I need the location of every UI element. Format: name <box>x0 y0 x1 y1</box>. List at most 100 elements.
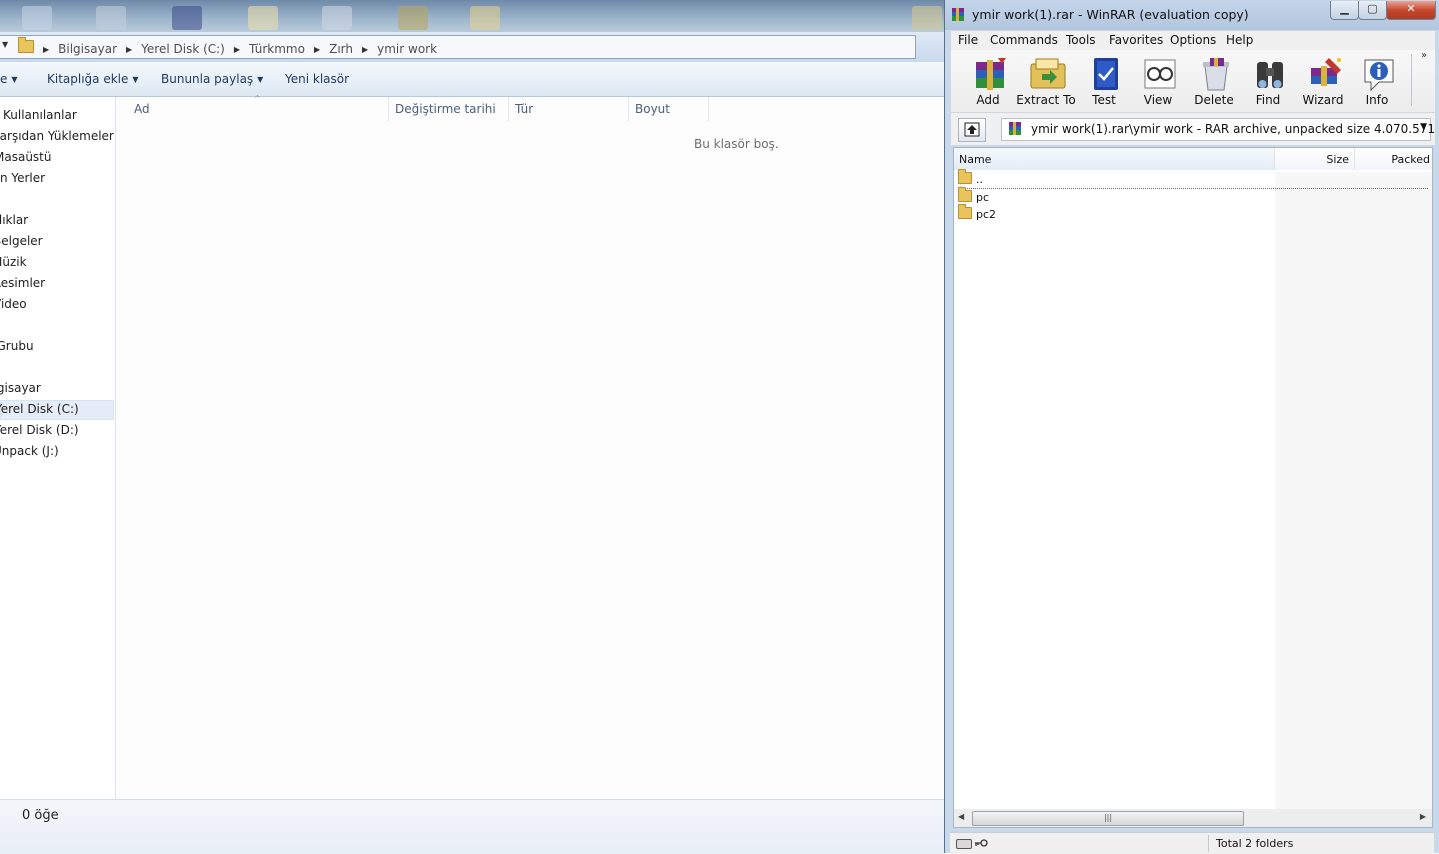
breadcrumb-bilgisayar[interactable]: Bilgisayar <box>58 42 117 56</box>
add-to-library-button[interactable]: Kitaplığa ekle ▼ <box>47 72 139 86</box>
wizard-icon <box>1311 58 1341 86</box>
chevron-down-icon[interactable]: ▼ <box>1420 122 1427 132</box>
winrar-window: ymir work(1).rar - WinRAR (evaluation co… <box>944 0 1439 854</box>
info-label: Info <box>1365 93 1389 107</box>
blurred-desktop-icon <box>172 6 202 30</box>
menu-help[interactable]: Help <box>1226 33 1253 47</box>
nav-item-music[interactable]: Müzik <box>0 255 27 269</box>
nav-item-favorites[interactable]: Kullanılanlar <box>3 108 77 122</box>
breadcrumb-zirh[interactable]: Zırh <box>329 42 353 56</box>
winrar-titlebar[interactable]: ymir work(1).rar - WinRAR (evaluation co… <box>945 0 1439 30</box>
blurred-desktop-icon <box>322 6 352 30</box>
nav-item-local-disk-d[interactable]: Yerel Disk (D:) <box>0 423 79 437</box>
blurred-desktop-icon <box>470 6 500 30</box>
sort-ascending-icon: ^ <box>1109 147 1116 153</box>
blurred-desktop-icon <box>248 6 278 30</box>
breadcrumb: ▶ Bilgisayar ▶ Yerel Disk (C:) ▶ Türkmmo ▶ Zırh… <box>18 37 437 56</box>
breadcrumb-yerel-disk[interactable]: Yerel Disk (C:) <box>141 42 225 56</box>
size-column-shade <box>1275 172 1432 810</box>
new-folder-label: Yeni klasör <box>285 72 350 86</box>
toolbar-divider <box>1411 54 1412 106</box>
nav-item-downloads[interactable]: Karşıdan Yüklemeler <box>0 129 114 143</box>
organize-label: e <box>0 72 8 86</box>
breadcrumb-arrow-icon[interactable]: ▶ <box>43 45 49 54</box>
winrar-title: ymir work(1).rar - WinRAR (evaluation co… <box>972 7 1249 22</box>
nav-item-selected-row[interactable]: Yerel Disk (C:) <box>0 400 114 420</box>
file-name: pc2 <box>976 208 997 221</box>
nav-item-computer[interactable]: Bilgisayar <box>0 381 41 395</box>
view-icon <box>1144 59 1176 89</box>
nav-item-homegroup[interactable]: Ev Grubu <box>0 339 34 353</box>
column-header-date-modified[interactable]: Değiştirme tarihi <box>395 102 496 116</box>
nav-item-local-disk-c[interactable]: Yerel Disk (C:) <box>0 402 79 416</box>
scroll-right-icon[interactable]: ▶ <box>1420 812 1426 821</box>
list-item-pc2[interactable]: pc2 <box>958 204 997 223</box>
dropdown-caret-icon: ▼ <box>11 75 18 84</box>
breadcrumb-arrow-icon[interactable]: ▶ <box>126 45 132 54</box>
folder-icon <box>958 187 972 202</box>
list-item-parent[interactable]: .. <box>958 169 1428 189</box>
scroll-left-icon[interactable]: ◀ <box>958 812 964 821</box>
menu-commands[interactable]: Commands <box>990 33 1058 47</box>
explorer-window: ▼ ▶ Bilgisayar ▶ Yerel Disk (C:) ▶ Türkmmo ▶ Zı… <box>0 0 944 854</box>
column-header-name[interactable]: Ad <box>134 102 150 116</box>
file-name: .. <box>976 173 983 186</box>
chevron-down-icon[interactable]: ▼ <box>2 40 8 49</box>
file-list-pane[interactable]: ^ Ad Değiştirme tarihi Tür Boyut Bu klas… <box>116 94 944 799</box>
blurred-desktop-icon <box>398 6 428 30</box>
breadcrumb-arrow-icon[interactable]: ▶ <box>362 45 368 54</box>
folder-icon <box>18 37 34 53</box>
horizontal-scrollbar[interactable]: ◀ ||| ▶ <box>953 809 1433 828</box>
up-arrow-icon <box>964 122 980 137</box>
column-header-size[interactable]: Boyut <box>635 102 670 116</box>
column-header-size[interactable]: Size <box>1275 148 1355 170</box>
column-header-type[interactable]: Tür <box>515 102 533 116</box>
column-divider[interactable] <box>388 97 389 121</box>
column-header-size-label: Size <box>1326 153 1349 166</box>
path-bar: ymir work(1).rar\ymir work - RAR archive… <box>950 113 1439 146</box>
folder-icon <box>958 204 972 219</box>
nav-item-unpack-j[interactable]: Unpack (J:) <box>0 444 59 458</box>
column-header-packed[interactable]: Packed <box>1355 148 1432 170</box>
column-divider[interactable] <box>508 97 509 121</box>
nav-item-libraries[interactable]: Kitaplıklar <box>0 213 28 227</box>
breadcrumb-turkmmo[interactable]: Türkmmo <box>249 42 305 56</box>
winrar-status-bar: Total 2 folders <box>950 832 1434 854</box>
nav-item-documents[interactable]: Belgeler <box>0 234 43 248</box>
close-button[interactable]: ✕ <box>1386 1 1436 20</box>
share-with-label: Bununla paylaş <box>161 72 254 86</box>
share-with-button[interactable]: Bununla paylaş ▼ <box>161 72 263 86</box>
add-archive-icon <box>976 58 1006 90</box>
minimize-button[interactable]: ▁ <box>1330 1 1359 20</box>
nav-item-desktop[interactable]: Masaüstü <box>0 150 51 164</box>
column-divider[interactable] <box>708 97 709 121</box>
nav-item-video[interactable]: Video <box>0 297 27 311</box>
maximize-button[interactable]: ▢ <box>1358 1 1387 20</box>
menu-tools[interactable]: Tools <box>1066 33 1096 47</box>
nav-item-pictures[interactable]: Resimler <box>0 276 45 290</box>
archive-path-field[interactable]: ymir work(1).rar\ymir work - RAR archive… <box>1001 118 1439 141</box>
breadcrumb-arrow-icon[interactable]: ▶ <box>234 45 240 54</box>
address-field[interactable]: ▼ ▶ Bilgisayar ▶ Yerel Disk (C:) ▶ Türkmmo ▶ Zı… <box>0 35 916 59</box>
key-icon[interactable] <box>974 839 988 847</box>
breadcrumb-arrow-icon[interactable]: ▶ <box>314 45 320 54</box>
rar-archive-icon <box>1009 122 1021 135</box>
info-button[interactable]: Info <box>1349 54 1405 110</box>
drive-icon[interactable] <box>956 839 972 849</box>
organize-button[interactable]: e ▼ <box>0 72 18 86</box>
breadcrumb-ymir-work[interactable]: ymir work <box>377 42 437 56</box>
new-folder-button[interactable]: Yeni klasör <box>285 72 349 86</box>
menu-options[interactable]: Options <box>1170 33 1216 47</box>
menu-file[interactable]: File <box>958 33 978 47</box>
blurred-desktop-icon <box>912 6 942 30</box>
archive-file-list[interactable]: Name ^ Size Packed .. pc pc2 <box>953 147 1433 811</box>
up-one-level-button[interactable] <box>958 118 986 142</box>
nav-item-recent-places[interactable]: Son Yerler <box>0 171 45 185</box>
winrar-app-icon <box>952 8 964 21</box>
column-header-name[interactable]: Name ^ <box>954 148 1275 170</box>
explorer-titlebar <box>0 0 944 32</box>
scroll-thumb[interactable]: ||| <box>972 811 1244 826</box>
toolbar-overflow-icon[interactable]: » <box>1421 50 1427 61</box>
column-divider[interactable] <box>628 97 629 121</box>
menu-favorites[interactable]: Favorites <box>1109 33 1163 47</box>
